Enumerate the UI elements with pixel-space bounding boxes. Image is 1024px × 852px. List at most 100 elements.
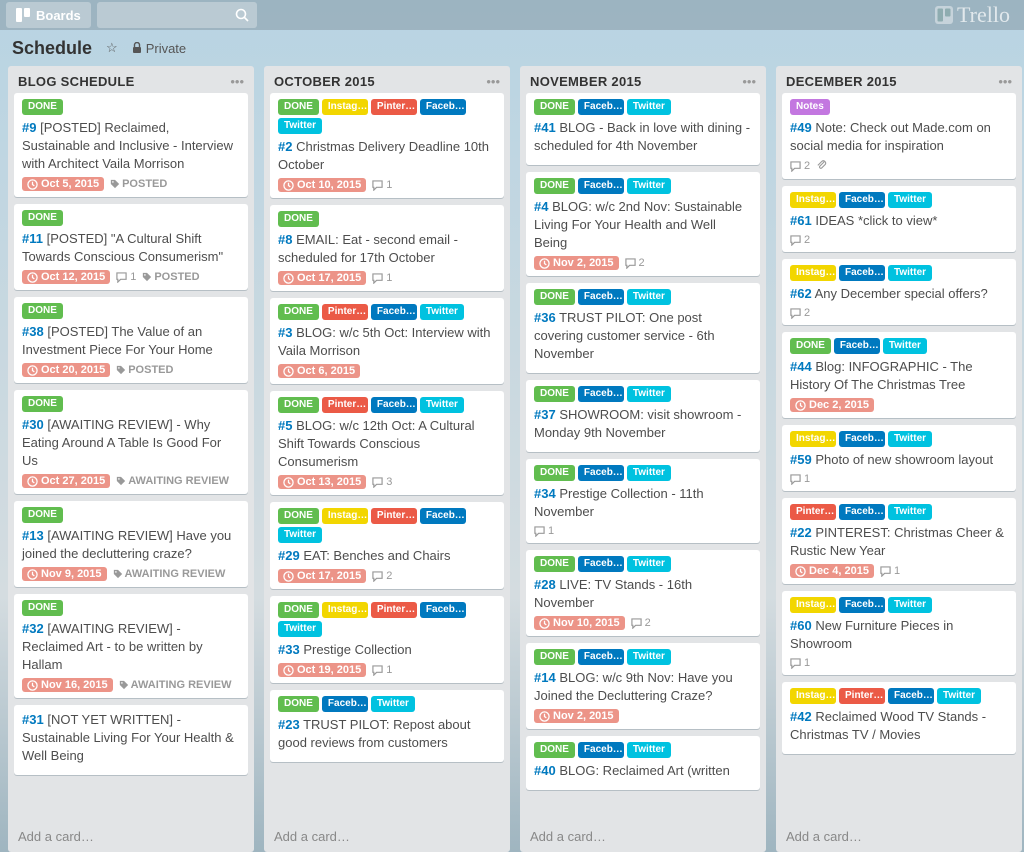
- card-labels: Instag…Pinter…Faceb…Twitter: [790, 688, 1008, 704]
- list: NOVEMBER 2015•••DONEFaceb…Twitter#41 BLO…: [520, 66, 766, 852]
- comments-badge: 2: [790, 307, 810, 319]
- card-number: #38: [22, 324, 44, 339]
- card[interactable]: DONE #38 [POSTED] The Value of an Investm…: [14, 297, 248, 383]
- list: BLOG SCHEDULE••• DONE#9 [POSTED] Reclaime…: [8, 66, 254, 852]
- card[interactable]: DONE#11 [POSTED] "A Cultural Shift Towar…: [14, 204, 248, 290]
- boards-label: Boards: [36, 8, 81, 23]
- card[interactable]: Instag…Faceb…Twitter#62 Any December spe…: [782, 259, 1016, 325]
- card[interactable]: DONEFaceb…Twitter#36 TRUST PILOT: One po…: [526, 283, 760, 373]
- due-badge: Nov 9, 2015: [22, 567, 107, 581]
- card[interactable]: DONEPinter…Faceb…Twitter#5 BLOG: w/c 12t…: [270, 391, 504, 495]
- card-number: #31: [22, 712, 44, 727]
- card-labels: DONEPinter…Faceb…Twitter: [278, 304, 496, 320]
- board-title[interactable]: Schedule: [12, 38, 92, 59]
- comments-badge: 1: [880, 565, 900, 577]
- due-badge: Dec 2, 2015: [790, 398, 874, 412]
- label-twitter: Twitter: [420, 304, 464, 320]
- card[interactable]: DONEFaceb…Twitter#40 BLOG: Reclaimed Art…: [526, 736, 760, 790]
- label-twitter: Twitter: [888, 265, 932, 281]
- card-number: #23: [278, 717, 300, 732]
- card[interactable]: DONEFaceb…Twitter#4 BLOG: w/c 2nd Nov: S…: [526, 172, 760, 276]
- card[interactable]: DONEFaceb…Twitter#14 BLOG: w/c 9th Nov: …: [526, 643, 760, 729]
- label-instag: Instag…: [790, 597, 836, 613]
- card[interactable]: Pinter…Faceb…Twitter#22 PINTEREST: Chris…: [782, 498, 1016, 584]
- card-text: [AWAITING REVIEW] - Why Eating Around A …: [22, 417, 221, 468]
- add-card-button[interactable]: Add a card…: [776, 821, 1022, 852]
- add-card-button[interactable]: Add a card…: [264, 821, 510, 852]
- card-number: #33: [278, 642, 300, 657]
- card[interactable]: DONEInstag…Pinter…Faceb…Twitter#2 Christ…: [270, 93, 504, 198]
- card[interactable]: DONEFaceb…Twitter#28 LIVE: TV Stands - 1…: [526, 550, 760, 636]
- card[interactable]: DONEPinter…Faceb…Twitter#3 BLOG: w/c 5th…: [270, 298, 504, 384]
- card[interactable]: DONEInstag…Pinter…Faceb…Twitter#33 Prest…: [270, 596, 504, 683]
- card-title: #38 [POSTED] The Value of an Investment …: [22, 323, 240, 359]
- due-badge: Oct 5, 2015: [22, 177, 104, 191]
- card[interactable]: DONE#8 EMAIL: Eat - second email - sched…: [270, 205, 504, 291]
- label-done: DONE: [534, 289, 575, 305]
- card-title: #28 LIVE: TV Stands - 16th November: [534, 576, 752, 612]
- card[interactable]: DONEFaceb…Twitter#41 BLOG - Back in love…: [526, 93, 760, 165]
- card-text: BLOG: w/c 9th Nov: Have you Joined the D…: [534, 670, 733, 703]
- list-title[interactable]: DECEMBER 2015: [786, 74, 998, 89]
- card-labels: DONE: [22, 303, 240, 319]
- card-number: #4: [534, 199, 548, 214]
- list-menu-icon[interactable]: •••: [998, 74, 1012, 89]
- card[interactable]: DONEFaceb…Twitter#34 Prestige Collection…: [526, 459, 760, 543]
- card-number: #41: [534, 120, 556, 135]
- board-canvas: BLOG SCHEDULE•••DONE#9 [POSTED] Reclaime…: [0, 66, 1024, 852]
- card[interactable]: DONE#13 [AWAITING REVIEW] Have you joine…: [14, 501, 248, 587]
- boards-icon: [16, 8, 30, 22]
- clock-icon: [539, 618, 550, 629]
- card-labels: Instag…Faceb…Twitter: [790, 192, 1008, 208]
- card-badges: 2: [790, 159, 1008, 173]
- add-card-button[interactable]: Add a card…: [520, 821, 766, 852]
- card-labels: DONEFaceb…Twitter: [790, 338, 1008, 354]
- list-title[interactable]: NOVEMBER 2015: [530, 74, 742, 89]
- list-menu-icon[interactable]: •••: [486, 74, 500, 89]
- card[interactable]: DONE#32 [AWAITING REVIEW] - Reclaimed Ar…: [14, 594, 248, 698]
- card[interactable]: DONE#30 [AWAITING REVIEW] - Why Eating A…: [14, 390, 248, 494]
- card[interactable]: DONEFaceb…Twitter#37 SHOWROOM: visit sho…: [526, 380, 760, 452]
- clock-icon: [283, 180, 294, 191]
- due-badge: Oct 27, 2015: [22, 474, 110, 488]
- card[interactable]: Instag…Faceb…Twitter#60 New Furniture Pi…: [782, 591, 1016, 675]
- label-twitter: Twitter: [888, 192, 932, 208]
- card-text: Reclaimed Wood TV Stands - Christmas TV …: [790, 709, 986, 742]
- label-pinter: Pinter…: [371, 508, 417, 524]
- trello-logo[interactable]: Trello: [935, 2, 1018, 28]
- comments-badge: 1: [372, 272, 392, 284]
- label-instag: Instag…: [790, 192, 836, 208]
- list-title[interactable]: BLOG SCHEDULE: [18, 74, 230, 89]
- star-icon[interactable]: ☆: [106, 40, 118, 56]
- comment-icon: [534, 526, 545, 537]
- privacy-toggle[interactable]: Private: [132, 41, 186, 56]
- card[interactable]: Instag…Faceb…Twitter#59 Photo of new sho…: [782, 425, 1016, 491]
- card[interactable]: DONEFaceb…Twitter#44 Blog: INFOGRAPHIC -…: [782, 332, 1016, 418]
- add-card-button[interactable]: Add a card…: [8, 821, 254, 852]
- card[interactable]: DONE#9 [POSTED] Reclaimed, Sustainable a…: [14, 93, 248, 197]
- clock-icon: [539, 258, 550, 269]
- label-pinter: Pinter…: [371, 99, 417, 115]
- clock-icon: [283, 665, 294, 676]
- comment-icon: [625, 258, 636, 269]
- card-number: #34: [534, 486, 556, 501]
- card-badges: Oct 20, 2015POSTED: [22, 363, 240, 377]
- label-twitter: Twitter: [627, 465, 671, 481]
- card[interactable]: DONEInstag…Pinter…Faceb…Twitter#29 EAT: …: [270, 502, 504, 589]
- comments-badge: 1: [372, 664, 392, 676]
- label-done: DONE: [278, 696, 319, 712]
- label-faceb: Faceb…: [578, 465, 624, 481]
- list-title[interactable]: OCTOBER 2015: [274, 74, 486, 89]
- list-menu-icon[interactable]: •••: [230, 74, 244, 89]
- card[interactable]: Instag…Pinter…Faceb…Twitter#42 Reclaimed…: [782, 682, 1016, 754]
- card[interactable]: Notes#49 Note: Check out Made.com on soc…: [782, 93, 1016, 179]
- boards-button[interactable]: Boards: [6, 2, 91, 28]
- comment-icon: [116, 272, 127, 283]
- label-twitter: Twitter: [627, 556, 671, 572]
- card-labels: DONE: [22, 396, 240, 412]
- card[interactable]: DONEFaceb…Twitter#23 TRUST PILOT: Repost…: [270, 690, 504, 762]
- card[interactable]: #31 [NOT YET WRITTEN] - Sustainable Livi…: [14, 705, 248, 775]
- search-input[interactable]: [97, 2, 257, 28]
- card[interactable]: Instag…Faceb…Twitter#61 IDEAS *click to …: [782, 186, 1016, 252]
- list-menu-icon[interactable]: •••: [742, 74, 756, 89]
